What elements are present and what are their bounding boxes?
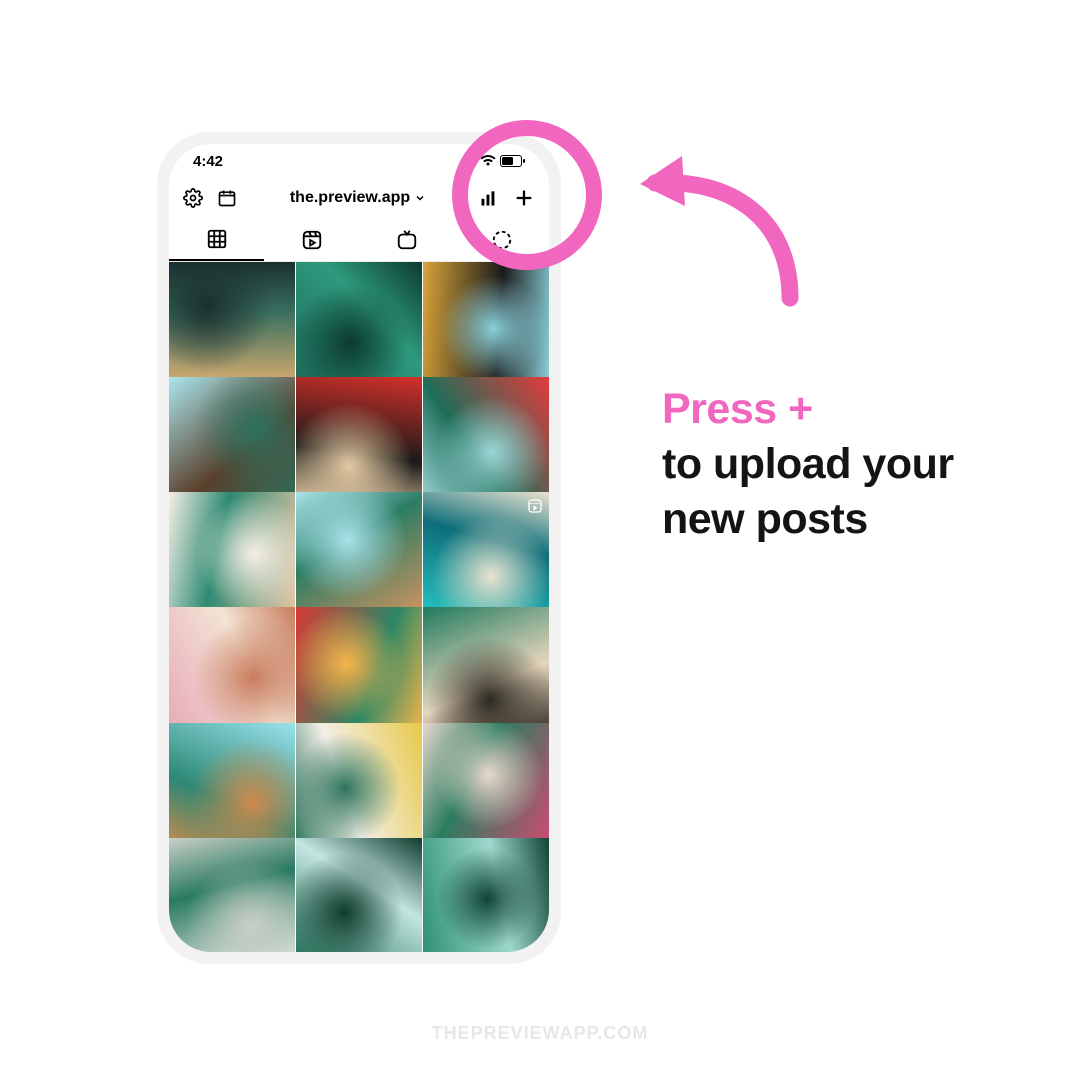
feed-cell[interactable] (423, 377, 549, 503)
feed-cell[interactable] (423, 838, 549, 952)
feed-cell[interactable] (296, 723, 422, 849)
gear-icon (183, 188, 203, 208)
tab-reels[interactable] (264, 218, 359, 261)
reel-badge-icon (527, 498, 543, 514)
calendar-icon (217, 188, 237, 208)
settings-button[interactable] (183, 188, 203, 208)
username-label: the.preview.app (290, 189, 410, 207)
feed-cell[interactable] (169, 262, 295, 388)
feed-cell[interactable] (296, 377, 422, 503)
feed-cell[interactable] (169, 838, 295, 952)
feed-photo (169, 262, 295, 388)
feed-cell[interactable] (296, 262, 422, 388)
grid-icon (206, 228, 228, 250)
callout-line-2: to upload your new posts (662, 437, 1022, 547)
feed-photo (169, 377, 295, 503)
feed-photo (169, 723, 295, 849)
callout-line-1: Press + (662, 382, 1022, 437)
feed-photo (296, 723, 422, 849)
account-switcher[interactable]: the.preview.app (290, 189, 426, 207)
feed-photo (423, 607, 549, 733)
feed-cell[interactable] (169, 607, 295, 733)
status-time: 4:42 (193, 153, 223, 170)
feed-cell[interactable] (169, 492, 295, 618)
feed-cell[interactable] (296, 607, 422, 733)
feed-photo (169, 492, 295, 618)
feed-photo (169, 838, 295, 952)
feed-photo (423, 262, 549, 388)
feed-photo (296, 607, 422, 733)
callout-text: Press + to upload your new posts (662, 382, 1022, 547)
callout-arrow-icon (620, 148, 810, 308)
chevron-down-icon (414, 192, 426, 204)
feed-grid (169, 262, 549, 952)
feed-cell[interactable] (169, 377, 295, 503)
reels-icon (301, 229, 323, 251)
tab-igtv[interactable] (359, 218, 454, 261)
feed-photo (296, 838, 422, 952)
feed-photo (296, 262, 422, 388)
feed-cell[interactable] (423, 262, 549, 388)
feed-cell[interactable] (423, 723, 549, 849)
phone-screen: 4:42 the.preview.app (169, 144, 549, 952)
tab-grid[interactable] (169, 218, 264, 261)
feed-cell[interactable] (423, 607, 549, 733)
feed-cell[interactable] (423, 492, 549, 618)
feed-photo (296, 492, 422, 618)
watermark: THEPREVIEWAPP.COM (432, 1023, 649, 1044)
feed-cell[interactable] (296, 492, 422, 618)
callout-circle (452, 120, 602, 270)
calendar-button[interactable] (217, 188, 237, 208)
feed-photo (423, 723, 549, 849)
feed-photo (423, 377, 549, 503)
feed-cell[interactable] (169, 723, 295, 849)
feed-photo (423, 838, 549, 952)
feed-photo (296, 377, 422, 503)
feed-photo (169, 607, 295, 733)
igtv-icon (396, 229, 418, 251)
feed-cell[interactable] (296, 838, 422, 952)
